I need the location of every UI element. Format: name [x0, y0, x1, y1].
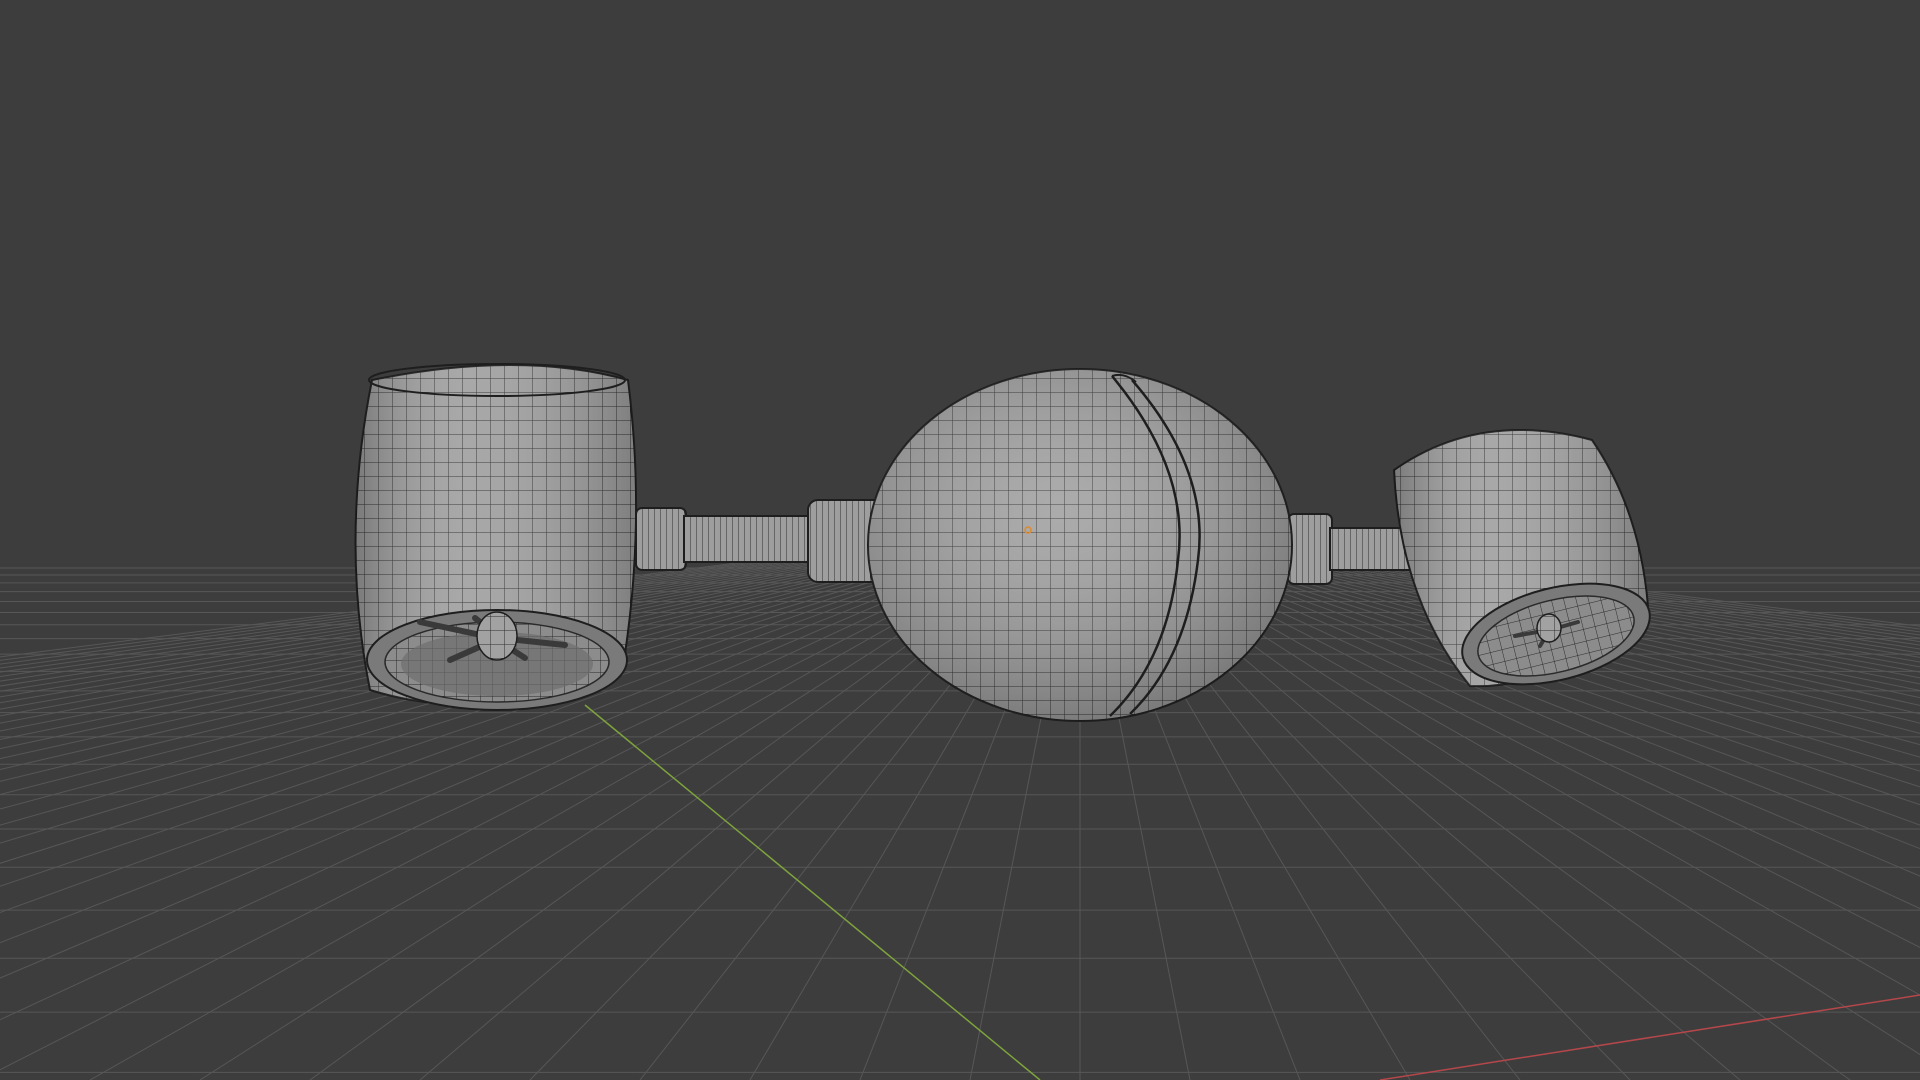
viewport-canvas[interactable]	[0, 0, 1920, 1080]
central-body[interactable]	[867, 368, 1293, 722]
3d-viewport[interactable]	[0, 0, 1920, 1080]
right-spinner-cone	[1536, 613, 1562, 643]
left-engine-nacelle[interactable]	[354, 363, 638, 711]
left-spinner-cone	[476, 611, 518, 661]
